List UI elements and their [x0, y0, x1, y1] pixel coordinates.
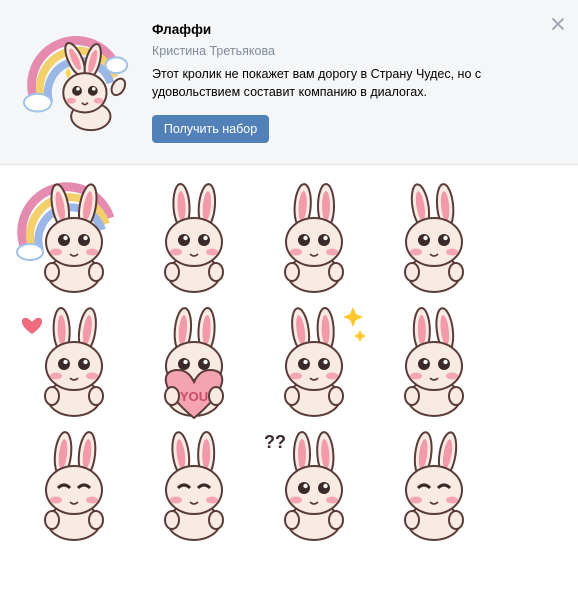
sticker-text: YOU: [180, 389, 208, 404]
pack-cover-sticker: [22, 36, 129, 132]
sticker-peeking-shy[interactable]: [374, 300, 494, 420]
sticker-rainbow-wave[interactable]: [14, 176, 134, 296]
sticker-smug-chin[interactable]: [134, 424, 254, 544]
sticker-lying-back-sparkles[interactable]: [254, 300, 374, 420]
close-icon[interactable]: [548, 14, 568, 34]
sticker-confused[interactable]: ??: [254, 424, 374, 544]
sticker-cheeks-surprised[interactable]: [374, 176, 494, 296]
sticker-text: ??: [264, 432, 286, 452]
sticker-unimpressed[interactable]: [374, 424, 494, 544]
get-pack-button[interactable]: Получить набор: [152, 115, 269, 143]
pack-author[interactable]: Кристина Третьякова: [152, 44, 275, 58]
pack-title: Флаффи: [152, 22, 212, 37]
sticker-thinking[interactable]: [134, 176, 254, 296]
sticker-holding-heart[interactable]: YOU: [134, 300, 254, 420]
pack-description: Этот кролик не покажет вам дорогу в Стра…: [152, 67, 482, 99]
sticker-arms-up[interactable]: [254, 176, 374, 296]
sticker-pack-header: Флаффи Кристина Третьякова Этот кролик н…: [0, 0, 578, 165]
sticker-blow-kiss-heart[interactable]: [14, 300, 134, 420]
sticker-happy-wink[interactable]: [14, 424, 134, 544]
